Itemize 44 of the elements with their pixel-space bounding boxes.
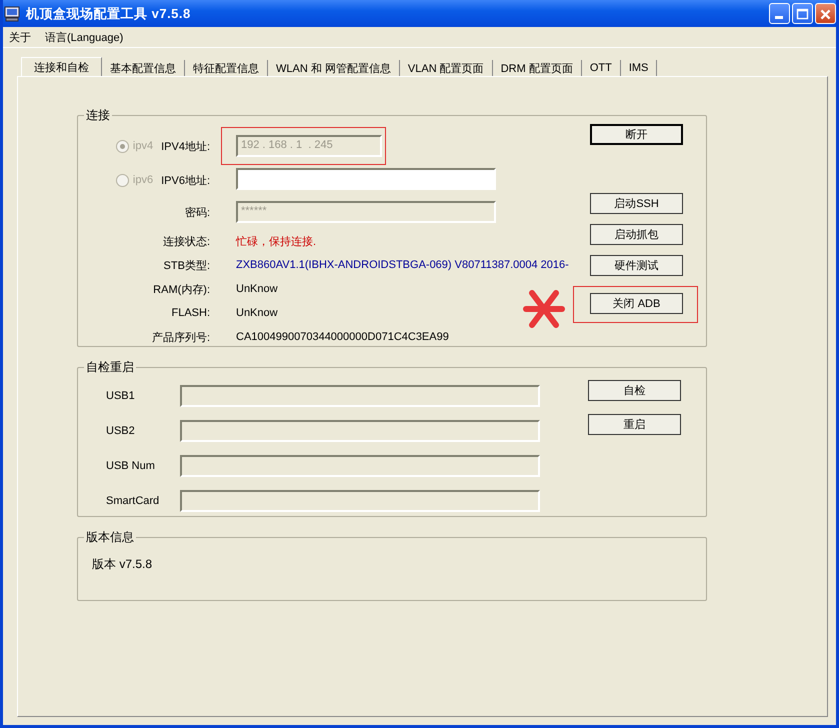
value-text: 忙碌，保持连接. (236, 234, 316, 248)
action-button[interactable]: 断开 (590, 124, 683, 145)
minimize-button[interactable] (769, 3, 790, 24)
input-field[interactable] (180, 454, 540, 476)
action-button[interactable]: 自检 (588, 380, 681, 401)
field-label: USB2 (105, 424, 136, 436)
tab[interactable]: 连接和自检 (21, 57, 102, 76)
field-label: 密码: (184, 206, 210, 220)
minimize-icon (775, 16, 783, 19)
group-title: 版本信息 (85, 529, 135, 546)
field-label: SmartCard (105, 494, 160, 506)
version-text: 版本 v7.5.8 (92, 556, 152, 573)
value-text: UnKnow (236, 307, 278, 319)
computer-icon (4, 6, 20, 22)
input-field[interactable] (180, 420, 540, 442)
radio-button[interactable] (116, 174, 129, 186)
close-button[interactable] (815, 3, 836, 24)
menu-item[interactable]: 语言(Language) (43, 30, 126, 44)
action-button[interactable]: 启动抓包 (590, 224, 683, 245)
menu-item[interactable]: 关于 (7, 30, 33, 44)
input-field[interactable] (236, 168, 496, 190)
action-button[interactable]: 关闭 ADB (590, 293, 683, 314)
field-label: RAM(内存): (153, 282, 210, 296)
action-button[interactable]: 重启 (588, 414, 681, 435)
maximize-button[interactable] (792, 3, 813, 24)
value-text: CA1004990070344000000D071C4C3EA99 (236, 331, 449, 343)
input-field[interactable] (180, 490, 540, 512)
field-label: IPV4地址: (161, 140, 210, 154)
field-label: STB类型: (164, 258, 210, 272)
field-label: FLASH: (171, 307, 210, 319)
action-button[interactable]: 硬件测试 (590, 255, 683, 276)
field-label: 连接状态: (162, 234, 210, 248)
action-button[interactable]: 启动SSH (590, 193, 683, 214)
value-text: ZXB860AV1.1(IBHX-ANDROIDSTBGA-069) V80711387.0004 2016- (236, 259, 569, 271)
input-field[interactable] (180, 384, 540, 406)
group-title: 连接 (85, 107, 111, 124)
field-label: USB Num (105, 460, 156, 472)
value-text: UnKnow (236, 283, 278, 295)
window-title: 机顶盒现场配置工具 v7.5.8 (26, 4, 192, 22)
group-title: 自检重启 (85, 359, 135, 376)
asterisk-icon (522, 289, 566, 329)
field-label: USB1 (105, 390, 136, 402)
field-label: IPV6地址: (161, 174, 210, 188)
field-label: 产品序列号: (152, 330, 210, 344)
